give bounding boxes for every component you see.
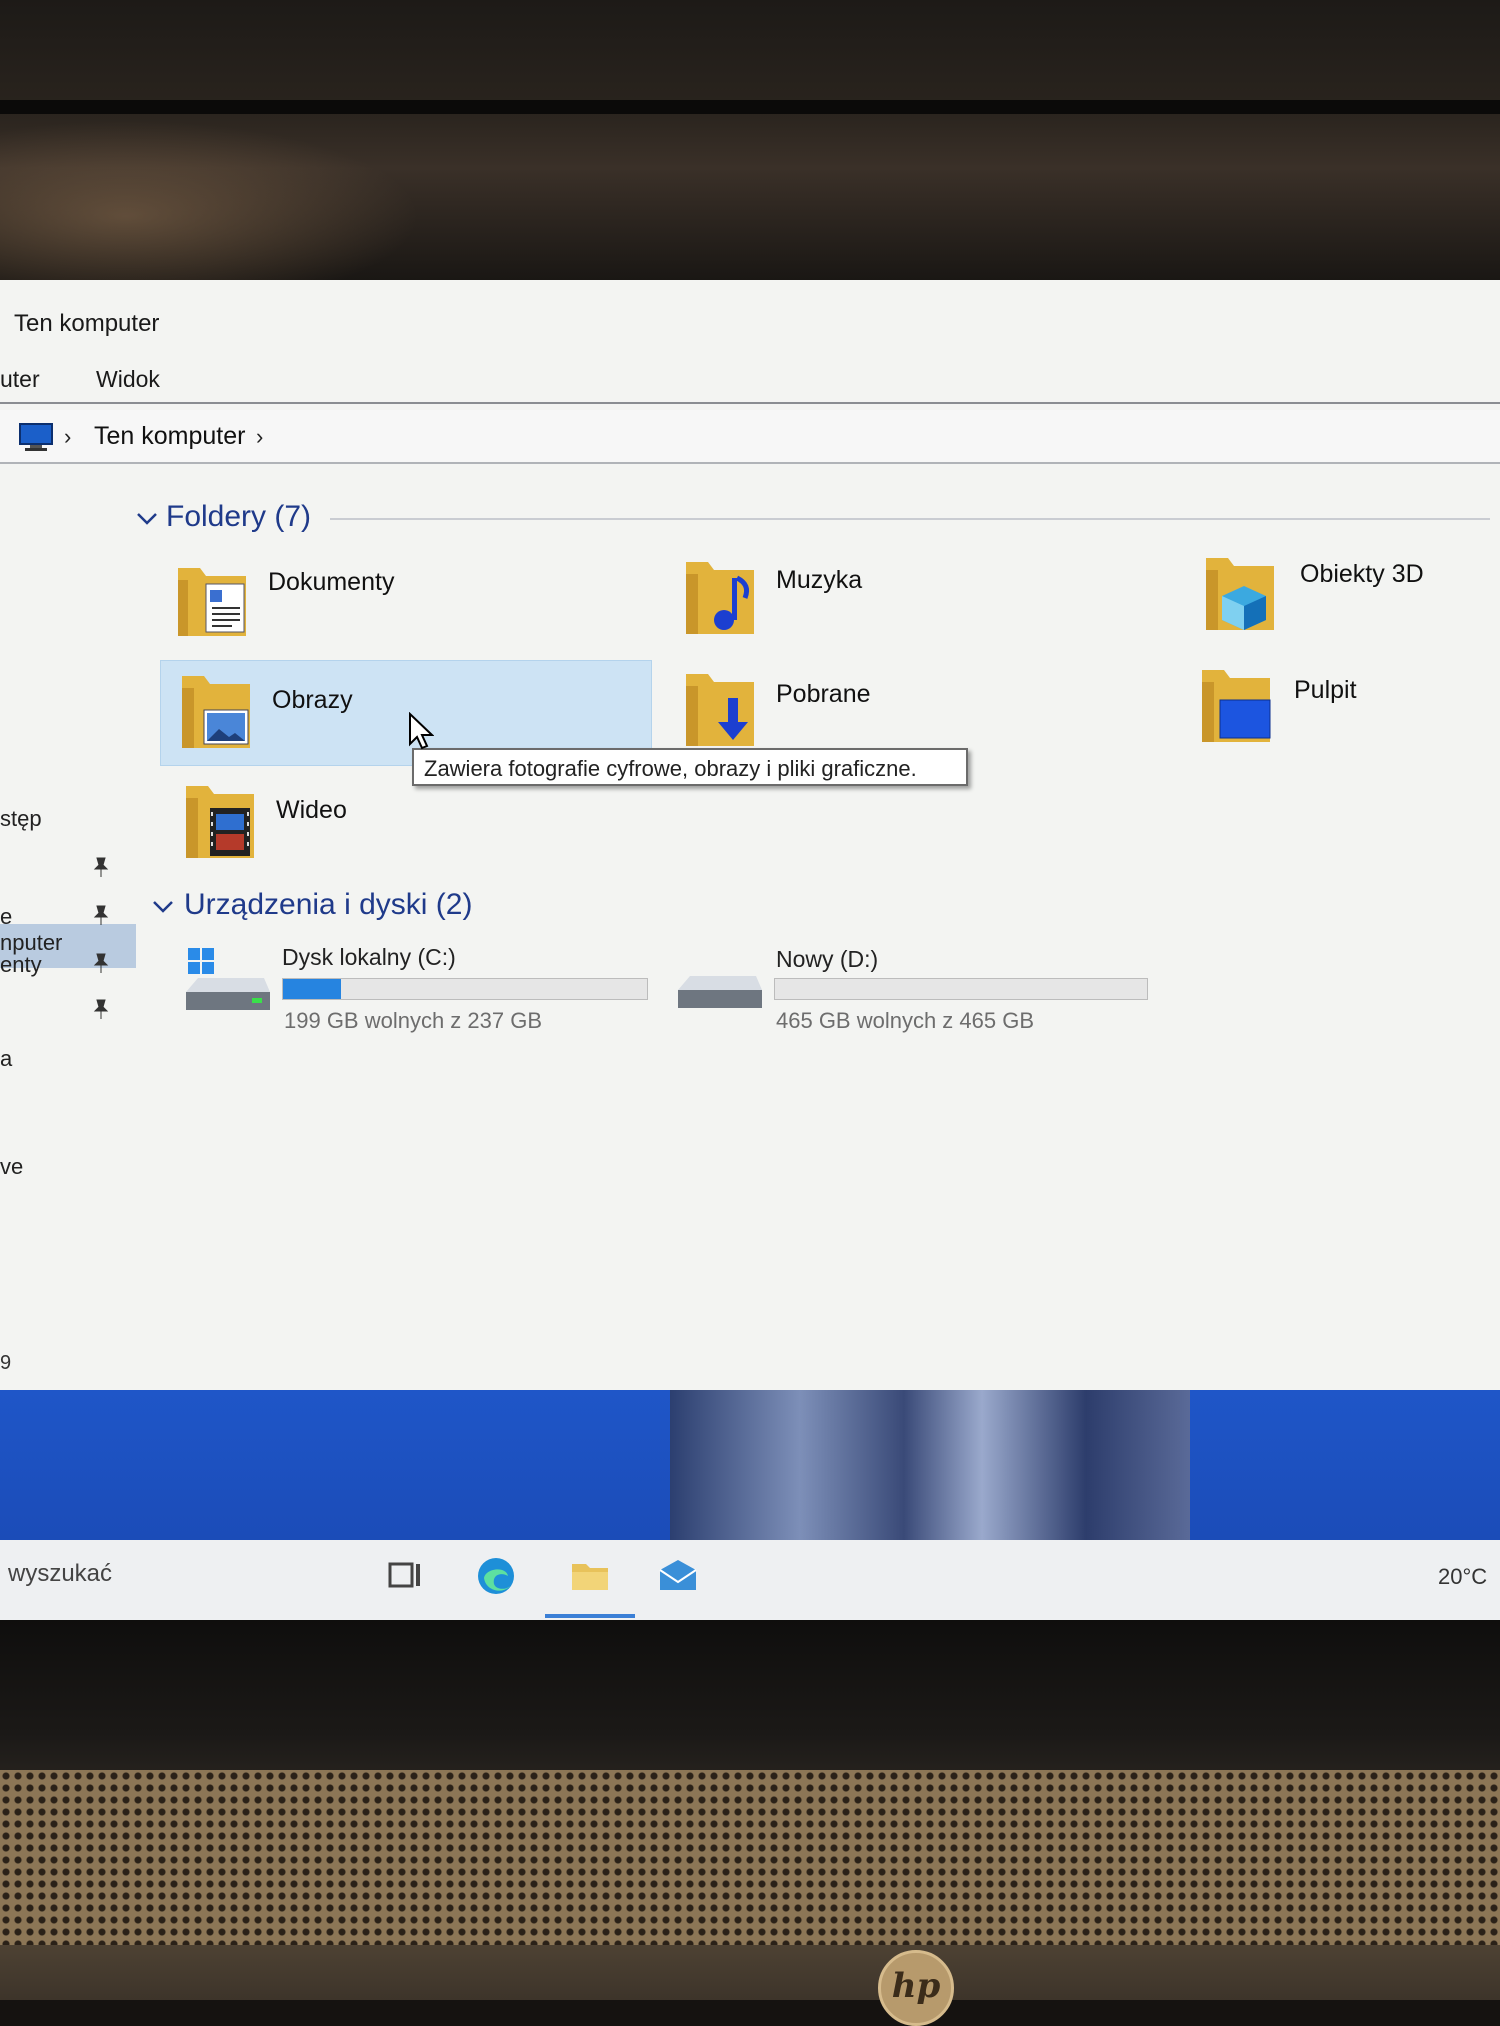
task-view-icon[interactable] [384,1554,428,1598]
mail-icon[interactable] [656,1554,700,1598]
pin-icon [93,905,109,925]
nav-item-2[interactable]: e [0,904,12,930]
folder-label: Obrazy [272,686,353,714]
taskbar-search[interactable]: wyszukać [8,1560,112,1588]
chevron-down-icon[interactable] [152,900,174,914]
drive-free-space: 465 GB wolnych z 465 GB [776,1008,1035,1033]
downloads-folder-icon [686,674,754,746]
computer-icon [19,423,53,451]
file-explorer-icon[interactable] [568,1554,612,1598]
nav-item-quick-access[interactable]: stęp [0,806,42,832]
folder-label: Pulpit [1294,676,1357,704]
chevron-down-icon[interactable] [136,512,158,526]
laptop-top-bezel [0,0,1500,280]
folder-label: Pobrane [776,680,871,708]
nav-item-4[interactable]: a [0,1046,12,1072]
folders-section-title[interactable]: Foldery (7) [166,500,311,534]
drive-usage-fill [283,979,342,999]
weather-temperature[interactable]: 20°C [1438,1564,1487,1590]
wallpaper-photo [670,1390,1190,1540]
taskbar: wyszukać 20°C [0,1540,1500,1620]
3d-objects-folder-icon [1206,558,1274,630]
laptop-bottom-bezel: hp [0,1620,1500,2026]
documents-folder-icon [178,568,246,636]
hp-logo: hp [878,1950,954,2026]
nav-item-ten-komputer[interactable]: nputer [0,930,62,956]
desktop-wallpaper [0,1390,1500,1540]
pin-icon [93,857,109,877]
drive-usage-bar [774,978,1148,1000]
tab-widok[interactable]: Widok [96,366,160,393]
speaker-grille: hp [0,1770,1500,2026]
breadcrumb-ten-komputer[interactable]: Ten komputer [94,422,245,451]
laptop-screen: Ten komputer uter Widok › Ten komputer ›… [0,280,1500,1620]
pictures-folder-icon [182,676,250,748]
navigation-pane: stęp e enty a ve nputer [0,464,140,1424]
drives-section-title[interactable]: Urządzenia i dyski (2) [184,888,472,922]
room-reflection [0,120,420,280]
windows-drive-icon [186,948,270,1010]
drive-usage-bar [282,978,648,1000]
tab-komputer[interactable]: uter [0,366,40,393]
folder-label: Obiekty 3D [1300,560,1424,588]
desktop-folder-icon [1202,670,1271,742]
status-item-count: 9 [0,1352,12,1374]
drive-label: Dysk lokalny (C:) [282,944,456,970]
folder-label: Dokumenty [268,568,395,596]
address-bar[interactable]: › Ten komputer › [0,410,1500,464]
music-folder-icon [686,562,754,634]
folder-label: Wideo [276,796,347,824]
hard-drive-icon [678,976,762,1008]
folder-tooltip: Zawiera fotografie cyfrowe, obrazy i pli… [412,748,968,786]
drive-label: Nowy (D:) [776,946,879,972]
active-app-indicator [545,1614,635,1618]
bezel-edge [0,100,1500,114]
ribbon-divider [0,402,1500,404]
nav-item-onedrive[interactable]: ve [0,1154,23,1180]
chevron-right-icon[interactable]: › [256,424,263,450]
pin-icon [93,953,109,973]
chevron-right-icon: › [64,424,72,449]
videos-folder-icon [186,786,254,858]
section-divider [330,518,1490,520]
folder-label: Muzyka [776,566,863,594]
window-title: Ten komputer [14,310,160,337]
pin-icon [93,999,109,1019]
mouse-cursor-icon [409,712,434,750]
drive-free-space: 199 GB wolnych z 237 GB [284,1008,543,1033]
edge-icon[interactable] [474,1554,518,1598]
